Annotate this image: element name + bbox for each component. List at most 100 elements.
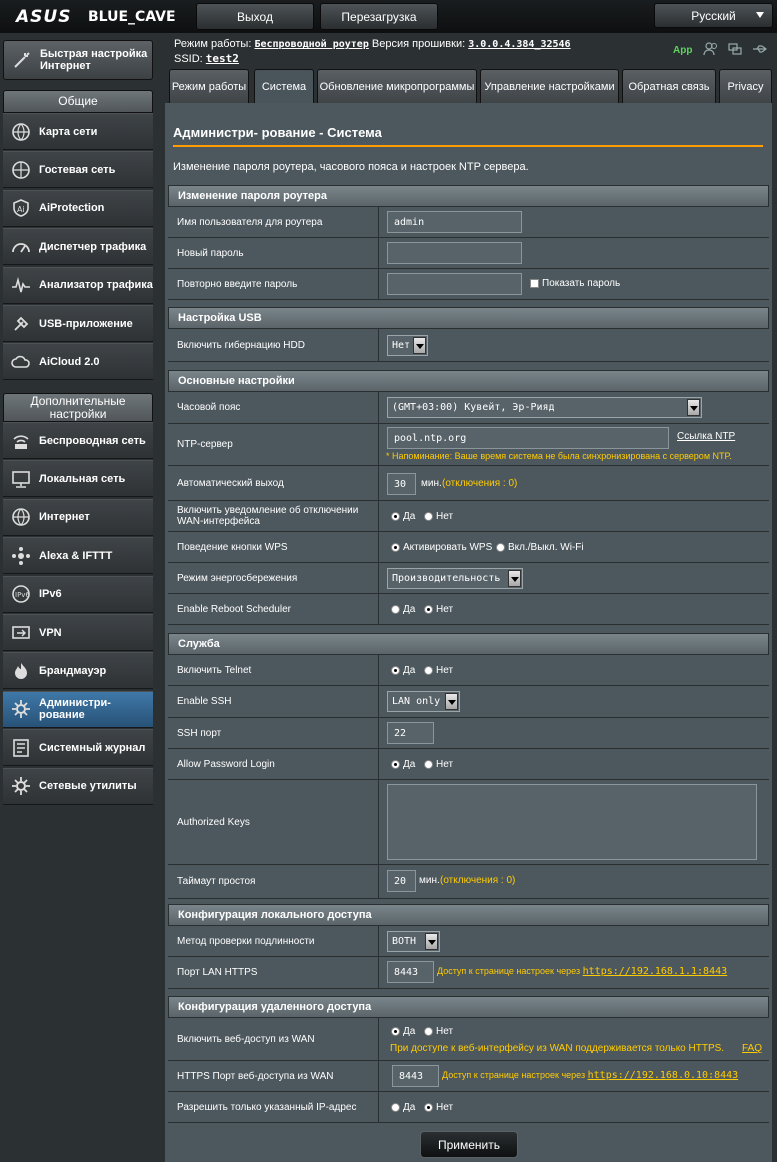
sidebar-item-firewall[interactable]: Брандмауэр [3,652,153,690]
ntp-link[interactable]: Ссылка NTP [677,431,735,442]
sidebar-item-network-tools[interactable]: Сетевые утилиты [3,767,153,805]
tab-privacy[interactable]: Privacy [719,69,772,103]
telnet-no-radio[interactable]: Нет [424,665,453,676]
sidebar-item-admin[interactable]: Администри- рование [3,690,153,728]
ssh-port-input[interactable]: 22 [387,722,434,744]
radio-off-icon [424,760,433,769]
traffic-analyzer-icon [10,274,32,296]
autologout-input[interactable]: 30 [387,473,416,495]
windows-icon[interactable] [727,42,743,56]
wireless-icon [10,430,32,452]
new-password-input[interactable] [387,242,522,264]
firmware-link[interactable]: 3.0.0.4.384_32546 [468,39,570,50]
row-reboot-scheduler: Enable Reboot Scheduler Да Нет [168,594,769,625]
clients-icon[interactable] [703,42,719,56]
confirm-password-input[interactable] [387,273,522,295]
pwlogin-yes-radio[interactable]: Да [391,759,415,770]
top-bar: ASUS BLUE_CAVE Выход Перезагрузка Русски… [0,0,777,33]
sidebar-item-system-log[interactable]: Системный журнал [3,729,153,767]
radio-off-icon [424,512,433,521]
quick-setup-button[interactable]: Быстрая настройка Интернет [3,40,153,80]
sidebar-item-aiprotection[interactable]: Ai AiProtection [3,189,153,227]
tab-feedback[interactable]: Обратная связь [622,69,716,103]
sidebar-item-label: AiCloud 2.0 [39,355,100,368]
reboot-no-radio[interactable]: Нет [424,604,453,615]
row-ntp: NTP-сервер pool.ntp.org Ссылка NTP * Нап… [168,424,769,466]
idle-timeout-input[interactable]: 20 [387,870,416,892]
tab-operation-mode[interactable]: Режим работы [169,69,249,103]
tab-settings-management[interactable]: Управление настройками [480,69,619,103]
lan-https-input[interactable]: 8443 [387,961,434,983]
mode-link[interactable]: Беспроводной роутер [254,39,368,50]
pwlogin-no-radio[interactable]: Нет [424,759,453,770]
radio-off-icon [424,666,433,675]
alexa-icon [10,545,32,567]
reboot-button[interactable]: Перезагрузка [320,3,438,30]
sidebar-item-aicloud[interactable]: AiCloud 2.0 [3,343,153,381]
sidebar-item-internet[interactable]: Интернет [3,498,153,536]
sidebar-item-label: Интернет [39,511,90,524]
sidebar-item-lan[interactable]: Локальная сеть [3,460,153,498]
sidebar-item-label: Диспетчер трафика [39,240,147,253]
wan-web-yes-radio[interactable]: Да [391,1026,415,1037]
row-authorized-keys: Authorized Keys [168,780,769,865]
sidebar-item-traffic-manager[interactable]: Диспетчер трафика [3,228,153,266]
yes-label: Да [403,1026,416,1037]
sidebar-item-network-map[interactable]: Карта сети [3,113,153,150]
power-mode-select[interactable]: Производительность [387,568,523,589]
ssh-value: LAN only [392,696,441,707]
idle-timeout-note: (отключения : 0) [440,875,516,886]
username-label: Имя пользователя для роутера [168,207,379,237]
sidebar-item-alexa[interactable]: Alexa & IFTTT [3,537,153,575]
guest-network-icon [10,159,32,181]
usb-icon [10,313,32,335]
wan-notify-yes-radio[interactable]: Да [391,511,415,522]
new-password-label: Новый пароль [168,238,379,268]
faq-link[interactable]: FAQ [742,1043,762,1054]
yes-label: Да [403,665,416,676]
timezone-select[interactable]: (GMT+03:00) Кувейт, Эр-Рияд [387,397,702,418]
usb-status-icon[interactable] [752,42,768,56]
authorized-keys-textarea[interactable] [387,784,757,860]
ipv6-icon: IPv6 [10,583,32,605]
no-label: Нет [436,511,454,522]
app-link[interactable]: App [673,45,692,56]
wps-wifi-radio[interactable]: Вкл./Выкл. Wi-Fi [496,542,584,553]
wan-port-input[interactable]: 8443 [392,1065,439,1087]
ntp-input[interactable]: pool.ntp.org [387,427,669,449]
wan-notify-no-radio[interactable]: Нет [424,511,453,522]
sidebar-item-ipv6[interactable]: IPv6 IPv6 [3,575,153,613]
apply-button[interactable]: Применить [420,1131,518,1158]
advanced-section-header: Дополнительные настройки [3,393,153,422]
hdd-select[interactable]: Нет [387,335,428,356]
ssid-link[interactable]: test2 [206,52,239,65]
wps-activate-radio[interactable]: Активировать WPS [391,542,492,553]
wan-web-no-radio[interactable]: Нет [424,1026,453,1037]
title-divider [173,145,763,147]
ip-only-yes-radio[interactable]: Да [391,1102,415,1113]
radio-off-icon [391,1103,400,1112]
tab-firmware-upgrade[interactable]: Обновление микропрограммы [317,69,477,103]
row-wps: Поведение кнопки WPS Активировать WPS Вк… [168,532,769,563]
yes-label: Да [403,759,416,770]
telnet-yes-radio[interactable]: Да [391,665,415,676]
lan-https-url-link[interactable]: https://192.168.1.1:8443 [583,966,728,977]
sidebar-item-traffic-analyzer[interactable]: Анализатор трафика [3,266,153,304]
tab-system[interactable]: Система [254,69,314,104]
show-password-checkbox[interactable]: Показать пароль [530,278,620,289]
ip-only-no-radio[interactable]: Нет [424,1102,453,1113]
language-select[interactable]: Русский [654,3,773,28]
sidebar-item-usb[interactable]: USB-приложение [3,305,153,342]
ssh-select[interactable]: LAN only [387,691,460,712]
sidebar-item-guest-network[interactable]: Гостевая сеть [3,151,153,189]
sidebar-item-vpn[interactable]: VPN [3,614,153,651]
logout-button[interactable]: Выход [196,3,314,30]
wan-port-url-link[interactable]: https://192.168.0.10:8443 [588,1070,739,1081]
reboot-yes-radio[interactable]: Да [391,604,415,615]
show-password-label: Показать пароль [542,278,621,289]
row-wan-port: HTTPS Порт веб-доступа из WAN 8443 Досту… [168,1061,769,1092]
auth-method-select[interactable]: BOTH [387,931,440,952]
sidebar-item-wireless[interactable]: Беспроводная сеть [3,422,153,459]
model-name: BLUE_CAVE [88,9,176,25]
username-input[interactable]: admin [387,211,522,233]
